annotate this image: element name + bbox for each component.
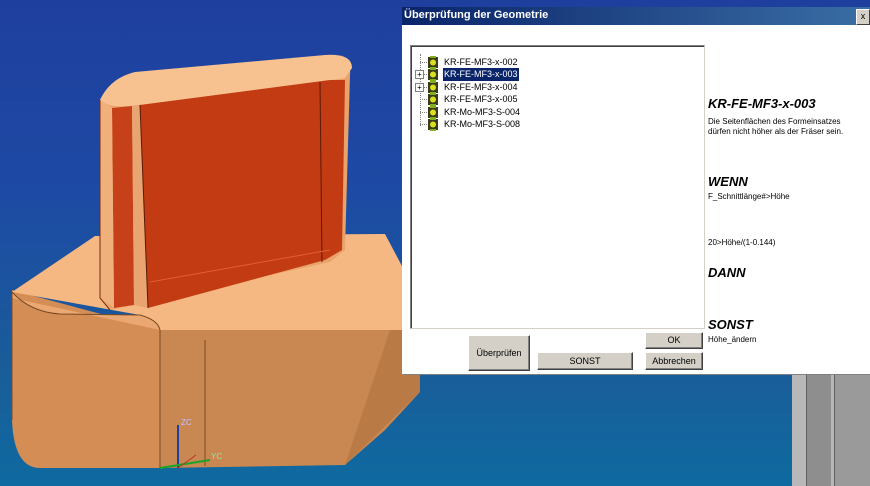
rule-name: KR-FE-MF3-x-003 bbox=[708, 96, 816, 111]
tree-item-label: KR-FE-MF3-x-003 bbox=[442, 67, 520, 83]
tree-item-label: KR-FE-MF3-x-002 bbox=[444, 57, 518, 67]
rule-icon bbox=[427, 118, 439, 131]
wenn-value: F_Schnittlänge#>Höhe bbox=[708, 192, 790, 201]
wenn-label: WENN bbox=[708, 174, 748, 189]
tree-item-label: KR-Mo-MF3-S-004 bbox=[444, 106, 521, 117]
rule-formula: 20>Höhe/(1-0.144) bbox=[708, 238, 776, 247]
tree-item[interactable]: KR-FE-MF3-x-005 bbox=[411, 93, 611, 107]
side-panel-divider bbox=[806, 374, 831, 486]
tree-item-label: KR-FE-MF3-x-005 bbox=[444, 94, 518, 105]
rule-icon bbox=[427, 56, 439, 69]
rule-icon bbox=[427, 68, 439, 82]
rule-tree[interactable]: KR-FE-MF3-x-002 + KR-FE-MF3-x-003 + KR-FE-MF… bbox=[410, 45, 705, 329]
geometry-check-dialog: Überprüfung der Geometrie x KR-FE-MF3-x-… bbox=[402, 7, 870, 374]
ok-button[interactable]: OK bbox=[645, 332, 703, 349]
tree-item-label: KR-Mo-MF3-S-008 bbox=[444, 119, 521, 129]
sonst-value: Höhe_ändern bbox=[708, 335, 757, 344]
side-panel-divider bbox=[834, 374, 870, 486]
expand-icon[interactable]: + bbox=[415, 82, 424, 92]
dialog-titlebar[interactable]: Überprüfung der Geometrie x bbox=[402, 7, 870, 25]
rule-icon bbox=[427, 80, 439, 94]
rule-icon bbox=[427, 105, 439, 119]
close-button[interactable]: x bbox=[856, 9, 870, 25]
tree-item[interactable]: KR-Mo-MF3-S-004 bbox=[411, 105, 611, 119]
tree-item[interactable]: KR-Mo-MF3-S-008 bbox=[411, 118, 611, 131]
sonst-button[interactable]: SONST bbox=[537, 352, 633, 370]
check-button[interactable]: Überprüfen bbox=[468, 335, 530, 371]
axis-label-z: ZC bbox=[181, 418, 192, 427]
rule-icon bbox=[427, 93, 439, 107]
rule-description-2: dürfen nicht höher als der Fräser sein. bbox=[708, 127, 844, 136]
dialog-title: Überprüfung der Geometrie bbox=[404, 9, 549, 21]
expand-icon[interactable]: + bbox=[415, 70, 424, 80]
sonst-label: SONST bbox=[708, 317, 753, 332]
tree-item[interactable]: + KR-FE-MF3-x-004 bbox=[411, 80, 611, 94]
cancel-button[interactable]: Abbrechen bbox=[645, 352, 703, 370]
tree-item-label: KR-FE-MF3-x-004 bbox=[444, 81, 518, 92]
tree-item[interactable]: + KR-FE-MF3-x-003 bbox=[411, 67, 611, 83]
dann-label: DANN bbox=[708, 265, 746, 280]
axis-label-y: YC bbox=[211, 452, 223, 461]
rule-description-1: Die Seitenflächen des Formeinsatzes bbox=[708, 117, 841, 126]
tree-item[interactable]: KR-FE-MF3-x-002 bbox=[411, 56, 611, 69]
